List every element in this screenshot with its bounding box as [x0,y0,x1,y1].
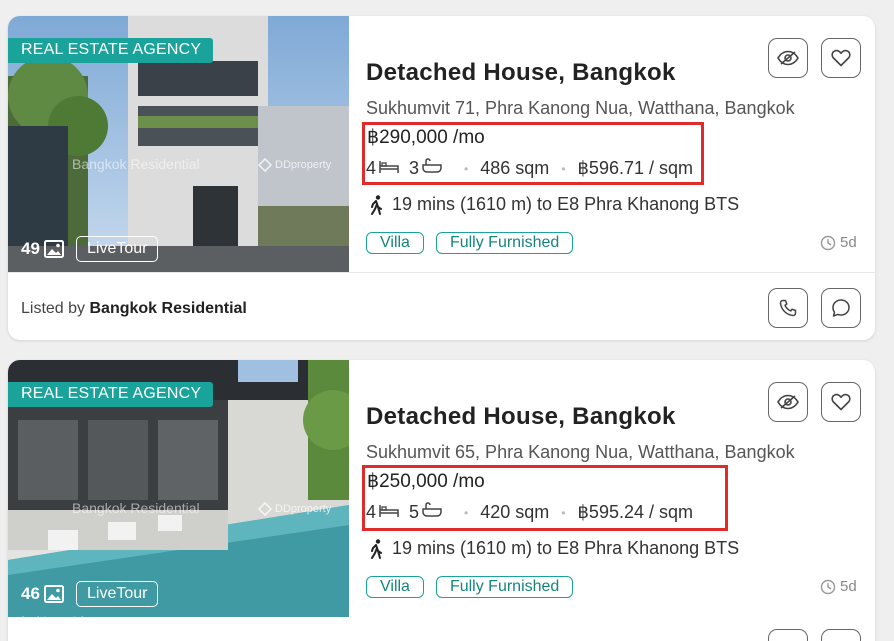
hide-listing-button[interactable] [768,38,808,78]
chat-button[interactable] [821,288,861,328]
chat-bubble-icon [832,299,850,317]
agency-badge: REAL ESTATE AGENCY [8,38,214,63]
brand-logo-icon [258,158,272,172]
transit-info: 19 mins (1610 m) to E8 Phra Khanong BTS [368,194,739,215]
eye-off-icon [777,50,799,66]
listing-address: Sukhumvit 71, Phra Kanong Nua, Watthana,… [366,98,795,118]
price-highlight-box [362,465,728,531]
tag-furnished: Fully Furnished [435,232,574,254]
gallery-icon [43,240,64,258]
brand-logo-icon [258,502,272,516]
listing-title[interactable]: Detached House, Bangkok [366,403,676,431]
listing-age: 5d [820,578,857,595]
photo-count-value: 46 [21,584,40,603]
photo-brand-mark: DDproperty [258,502,331,516]
listing-age-text: 5d [840,578,857,595]
call-button[interactable] [768,288,808,328]
listing-age-text: 5d [840,234,857,251]
walking-icon [371,538,382,559]
hide-listing-button[interactable] [768,382,808,422]
walking-icon [371,194,382,215]
chat-button[interactable] [821,629,861,641]
clock-icon [820,579,836,594]
transit-text: 19 mins (1610 m) to E8 Phra Khanong BTS [392,538,740,558]
listing-footer: Listed by Bangkok Residential [8,272,875,340]
livetour-button[interactable]: LiveTour [76,236,159,262]
photo-brand-text: DDproperty [275,159,332,171]
heart-icon [831,393,851,411]
favorite-button[interactable] [821,382,861,422]
heart-icon [831,49,851,67]
tag-list: Villa Fully Furnished [366,232,574,254]
listing-address: Sukhumvit 65, Phra Kanong Nua, Watthana,… [366,442,795,462]
phone-icon [779,299,797,317]
photo-brand-mark: DDproperty [258,158,331,172]
clock-icon [820,235,836,250]
photo-count-value: 49 [21,239,40,258]
tag-list: Villa Fully Furnished [366,576,574,598]
tag-furnished: Fully Furnished [435,576,574,598]
agent-name[interactable]: Bangkok Residential [90,300,247,317]
photo-brand-text: DDproperty [275,503,332,515]
transit-info: 19 mins (1610 m) to E8 Phra Khanong BTS [368,538,739,559]
listed-by: Listed by Bangkok Residential [21,300,247,318]
tag-villa: Villa [366,232,424,254]
livetour-button[interactable]: LiveTour [76,581,159,607]
listing-photo[interactable]: REAL ESTATE AGENCY Bangkok Residential D… [8,16,349,272]
price-highlight-box [362,122,704,185]
call-button[interactable] [768,629,808,641]
photo-count[interactable]: 49 [21,239,64,259]
agency-badge: REAL ESTATE AGENCY [8,382,214,407]
favorite-button[interactable] [821,38,861,78]
photo-watermark: Bangkok Residential [72,500,200,516]
photo-count[interactable]: 46 [21,584,64,604]
eye-off-icon [777,394,799,410]
gallery-icon [43,585,64,603]
listed-by-prefix: Listed by [21,300,86,317]
tag-villa: Villa [366,576,424,598]
listing-age: 5d [820,234,857,251]
listing-title[interactable]: Detached House, Bangkok [366,59,676,87]
photo-watermark: Bangkok Residential [72,156,200,172]
listing-photo[interactable]: REAL ESTATE AGENCY Bangkok Residential D… [8,360,349,617]
overlay-watermark: 大数跨境 [14,616,90,636]
transit-text: 19 mins (1610 m) to E8 Phra Khanong BTS [392,194,740,214]
